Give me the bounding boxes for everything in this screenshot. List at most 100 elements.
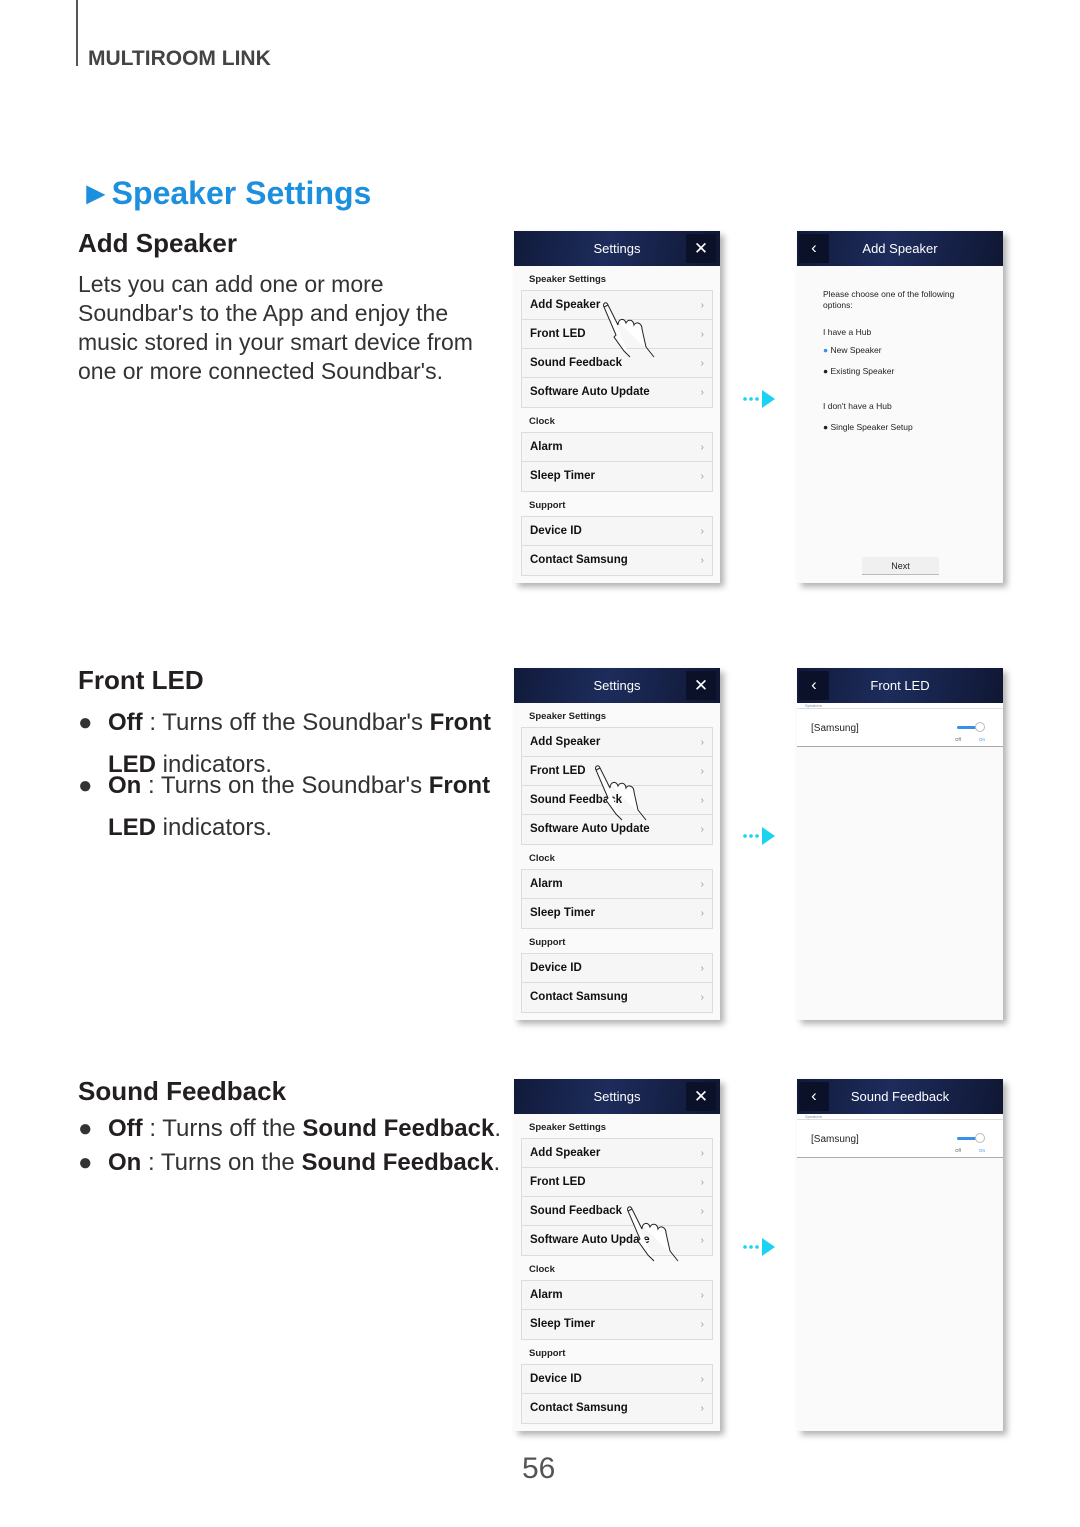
chevron-right-icon: › — [700, 300, 704, 311]
chevron-right-icon: › — [700, 1374, 704, 1385]
bullet-key: Off — [108, 1115, 143, 1142]
item-label: Front LED — [530, 328, 586, 340]
settings-group: Alarm › Sleep Timer › — [521, 869, 713, 929]
screen-title: Front LED — [870, 678, 930, 693]
screen-title: Sound Feedback — [850, 1089, 950, 1104]
settings-item[interactable]: Alarm › — [522, 870, 712, 899]
settings-header: Settings ✕ — [514, 231, 720, 266]
led-toggle[interactable] — [957, 722, 985, 734]
sep: : — [142, 1115, 163, 1142]
bullet-key: Off — [108, 709, 143, 736]
chevron-right-icon: › — [700, 908, 704, 919]
toggle-off-label: Off — [955, 737, 961, 742]
sound-feedback-bullet-on: ● On : Turns on the Sound Feedback. — [78, 1147, 518, 1179]
led-toggle[interactable] — [957, 1133, 985, 1145]
settings-item[interactable]: Add Speaker › — [522, 1139, 712, 1168]
settings-item[interactable]: Front LED › — [522, 1168, 712, 1197]
settings-item[interactable]: Sleep Timer › — [522, 462, 712, 491]
back-icon[interactable]: ‹ — [799, 234, 829, 263]
option-label: Single Speaker Setup — [830, 422, 913, 432]
chevron-right-icon: › — [700, 526, 704, 537]
option-existing-speaker[interactable]: ● Existing Speaker — [823, 366, 894, 376]
body-line: music stored in your smart device from — [78, 329, 473, 355]
item-label: Contact Samsung — [530, 1402, 628, 1414]
chevron-right-icon: › — [700, 358, 704, 369]
settings-screen: Settings ✕ Speaker Settings Add Speaker › Fro… — [514, 1079, 720, 1431]
chevron-right-icon: › — [700, 1290, 704, 1301]
title-text: Speaker Settings — [111, 175, 372, 211]
settings-item[interactable]: Contact Samsung › — [522, 983, 712, 1012]
bullet-icon: ● — [78, 1149, 93, 1176]
settings-item[interactable]: Contact Samsung › — [522, 546, 712, 575]
section-label: Support — [529, 1348, 566, 1359]
close-icon[interactable]: ✕ — [686, 671, 716, 700]
settings-item[interactable]: Software Auto Update › — [522, 378, 712, 407]
option-single-speaker[interactable]: ● Single Speaker Setup — [823, 422, 913, 432]
device-name: [Samsung] — [811, 723, 859, 734]
item-label: Sleep Timer — [530, 907, 595, 919]
option-new-speaker[interactable]: ● New Speaker — [823, 345, 882, 355]
close-icon[interactable]: ✕ — [686, 1082, 716, 1111]
sep: : — [142, 709, 163, 736]
item-label: Add Speaker — [530, 736, 601, 748]
screen-header: ‹ Front LED — [797, 668, 1003, 703]
settings-item[interactable]: Sleep Timer › — [522, 899, 712, 928]
settings-header: Settings ✕ — [514, 668, 720, 703]
back-icon[interactable]: ‹ — [799, 671, 829, 700]
chevron-right-icon: › — [700, 1235, 704, 1246]
bold: Front — [429, 709, 491, 736]
item-label: Device ID — [530, 525, 582, 537]
settings-item[interactable]: Contact Samsung › — [522, 1394, 712, 1423]
back-icon[interactable]: ‹ — [799, 1082, 829, 1111]
item-label: Alarm — [530, 1289, 563, 1301]
radio-icon: ● — [823, 366, 829, 376]
chevron-right-icon: › — [700, 766, 704, 777]
hand-pointer-icon — [627, 1206, 679, 1262]
chapter-title: MULTIROOM LINK — [88, 47, 271, 70]
bullet-icon: ● — [78, 772, 93, 799]
radio-icon: ● — [823, 422, 829, 432]
bullet-icon: ● — [78, 1115, 93, 1142]
chevron-right-icon: › — [700, 471, 704, 482]
settings-item[interactable]: Device ID › — [522, 517, 712, 546]
toggle-off-label: Off — [955, 1148, 961, 1153]
settings-item[interactable]: Alarm › — [522, 433, 712, 462]
option-label: New Speaker — [830, 345, 882, 355]
chevron-right-icon: › — [700, 1148, 704, 1159]
chevron-right-icon: › — [700, 1177, 704, 1188]
nohub-label: I don't have a Hub — [823, 401, 892, 411]
bold: Sound Feedback — [302, 1115, 495, 1142]
settings-item[interactable]: Sleep Timer › — [522, 1310, 712, 1339]
bold: Sound Feedback — [301, 1149, 494, 1176]
screen-title: Add Speaker — [862, 241, 938, 256]
front-led-heading: Front LED — [78, 665, 204, 695]
toggle-on-label: On — [979, 1148, 986, 1153]
bullet-text: Turns on the Soundbar's — [160, 772, 429, 799]
chevron-right-icon: › — [700, 387, 704, 398]
body-line: Soundbar's to the App and enjoy the — [78, 300, 449, 326]
section-label: Support — [529, 937, 566, 948]
settings-item[interactable]: Device ID › — [522, 1365, 712, 1394]
settings-item[interactable]: Add Speaker › — [522, 728, 712, 757]
next-button[interactable]: Next — [862, 557, 939, 575]
option-label: Existing Speaker — [830, 366, 895, 376]
item-label: Alarm — [530, 878, 563, 890]
screen-header: ‹ Add Speaker — [797, 231, 1003, 266]
settings-item[interactable]: Device ID › — [522, 954, 712, 983]
chevron-right-icon: › — [700, 555, 704, 566]
chevron-right-icon: › — [700, 992, 704, 1003]
settings-item[interactable]: Alarm › — [522, 1281, 712, 1310]
prompt-text: Please choose one of the following optio… — [823, 289, 955, 310]
add-speaker-heading: Add Speaker — [78, 228, 237, 258]
arrow-right-icon — [743, 390, 775, 408]
sound-feedback-bullet-off: ● Off : Turns off the Sound Feedback. — [78, 1113, 518, 1145]
section-label: Speaker Settings — [529, 711, 607, 722]
section-label: Speaker Settings — [529, 274, 607, 285]
bullet-key: On — [108, 772, 142, 799]
radio-selected-icon: ● — [823, 345, 829, 355]
close-icon[interactable]: ✕ — [686, 234, 716, 263]
front_led_screen: ‹ Front LED Speakers [Samsung] Off On — [797, 668, 1003, 1020]
chapter-rule — [76, 0, 78, 66]
bullet-text: Turns off the Soundbar's — [162, 709, 430, 736]
settings-group: Device ID › Contact Samsung › — [521, 516, 713, 576]
